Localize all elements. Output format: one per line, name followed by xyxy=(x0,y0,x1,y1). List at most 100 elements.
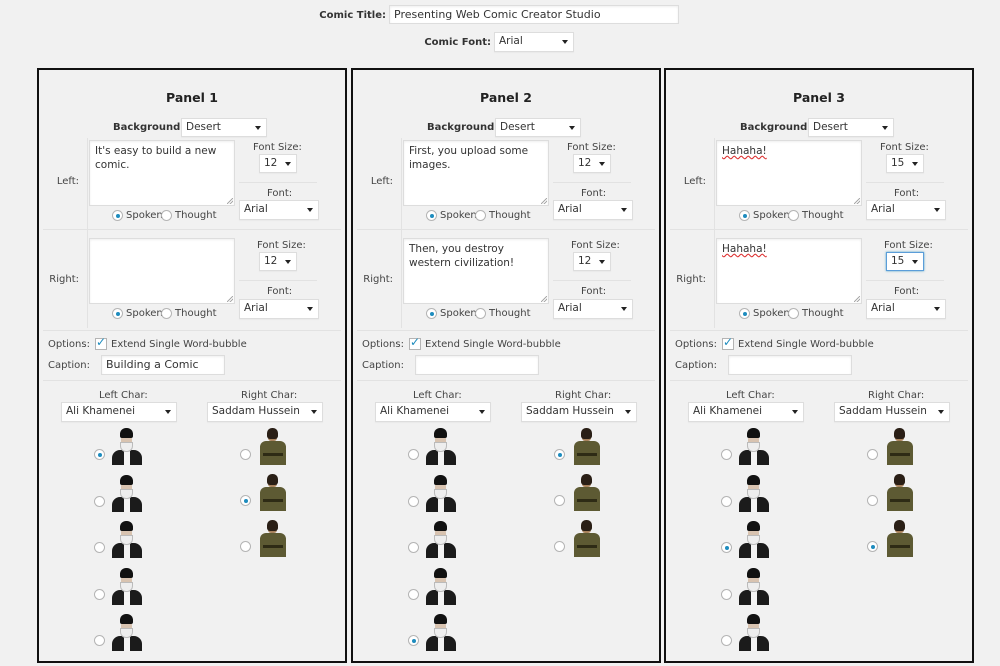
right-char-pose-3-radio[interactable] xyxy=(240,541,251,552)
left-font-select[interactable]: Arial xyxy=(239,200,319,220)
left-char-pose-5-radio[interactable] xyxy=(94,635,105,646)
right-char-pose-1-radio[interactable] xyxy=(240,449,251,460)
caption-input[interactable] xyxy=(415,355,539,375)
left-thought-radio[interactable] xyxy=(161,210,172,221)
left-char-pose-3-radio[interactable] xyxy=(408,542,419,553)
right-char-select[interactable]: Saddam Hussein xyxy=(521,402,637,422)
left-char-pose-3-radio[interactable] xyxy=(94,542,105,553)
right-char-pose-2-image[interactable] xyxy=(568,471,604,511)
left-bubble-text[interactable]: Hahaha! xyxy=(716,140,862,206)
comic-title-input[interactable]: Presenting Web Comic Creator Studio xyxy=(389,5,679,24)
right-thought-radio[interactable] xyxy=(788,308,799,319)
left-char-pose-3-image[interactable] xyxy=(423,518,459,558)
left-char-pose-1-image[interactable] xyxy=(736,425,772,465)
right-bubble-text[interactable]: Then, you destroy western civilization! xyxy=(403,238,549,304)
right-font-size-select[interactable]: 12 xyxy=(573,252,611,271)
left-spoken-radio[interactable] xyxy=(112,210,123,221)
left-char-pose-4-image[interactable] xyxy=(423,565,459,605)
left-font-size-select[interactable]: 12 xyxy=(573,154,611,173)
left-char-pose-4-image[interactable] xyxy=(736,565,772,605)
right-char-pose-1-radio[interactable] xyxy=(867,449,878,460)
right-char-pose-3-image[interactable] xyxy=(881,517,917,557)
left-char-pose-2-image[interactable] xyxy=(736,472,772,512)
right-char-pose-2-radio[interactable] xyxy=(554,495,565,506)
comic-font-select[interactable]: Arial xyxy=(494,32,574,52)
right-char-pose-3-radio[interactable] xyxy=(554,541,565,552)
right-char-pose-1-image[interactable] xyxy=(254,425,290,465)
right-font-size-select[interactable]: 12 xyxy=(259,252,297,271)
left-thought-radio[interactable] xyxy=(788,210,799,221)
right-font-size-select[interactable]: 15 xyxy=(886,252,924,271)
right-thought-radio[interactable] xyxy=(475,308,486,319)
right-spoken-radio[interactable] xyxy=(112,308,123,319)
right-char-pose-1-radio[interactable] xyxy=(554,449,565,460)
left-char-pose-4-radio[interactable] xyxy=(408,588,419,600)
right-char-pose-1-image[interactable] xyxy=(568,425,604,465)
left-font-value: Arial xyxy=(244,203,268,215)
right-bubble-label: Right: xyxy=(49,274,79,285)
left-char-pose-2-image[interactable] xyxy=(109,472,145,512)
right-char-pose-2-image[interactable] xyxy=(254,471,290,511)
right-thought-radio[interactable] xyxy=(161,308,172,319)
left-char-pose-1-radio[interactable] xyxy=(408,449,419,460)
left-char-value: Ali Khamenei xyxy=(693,405,763,417)
extend-bubble-checkbox[interactable] xyxy=(95,335,107,350)
background-select[interactable]: Desert xyxy=(808,118,894,137)
left-char-pose-5-image[interactable] xyxy=(109,611,145,651)
left-char-pose-2-radio[interactable] xyxy=(94,495,105,507)
left-char-pose-5-image[interactable] xyxy=(736,611,772,651)
right-font-select[interactable]: Arial xyxy=(553,299,633,319)
right-char-select[interactable]: Saddam Hussein xyxy=(207,402,323,422)
right-bubble-text[interactable]: Hahaha! xyxy=(716,238,862,304)
left-font-select[interactable]: Arial xyxy=(866,200,946,220)
left-char-pose-4-image[interactable] xyxy=(109,565,145,605)
left-char-select[interactable]: Ali Khamenei xyxy=(61,402,177,422)
left-char-pose-3-image[interactable] xyxy=(736,518,772,558)
right-char-pose-2-radio[interactable] xyxy=(240,495,251,506)
right-char-pose-2-image[interactable] xyxy=(881,471,917,511)
right-char-pose-1-image[interactable] xyxy=(881,425,917,465)
left-spoken-radio[interactable] xyxy=(739,210,750,221)
left-char-pose-3-image[interactable] xyxy=(109,518,145,558)
extend-bubble-checkbox[interactable] xyxy=(409,335,421,350)
right-spoken-radio[interactable] xyxy=(739,308,750,319)
left-char-select[interactable]: Ali Khamenei xyxy=(375,402,491,422)
right-char-pose-2-radio[interactable] xyxy=(867,495,878,506)
left-font-size-select[interactable]: 12 xyxy=(259,154,297,173)
right-char-select[interactable]: Saddam Hussein xyxy=(834,402,950,422)
extend-bubble-checkbox[interactable] xyxy=(722,335,734,350)
left-spoken-radio[interactable] xyxy=(426,210,437,221)
caption-input[interactable] xyxy=(728,355,852,375)
left-char-pose-1-radio[interactable] xyxy=(94,449,105,460)
left-char-pose-2-radio[interactable] xyxy=(721,495,732,507)
right-spoken-radio[interactable] xyxy=(426,308,437,319)
left-char-pose-5-image[interactable] xyxy=(423,611,459,651)
left-char-select[interactable]: Ali Khamenei xyxy=(688,402,804,422)
left-char-pose-3-radio[interactable] xyxy=(721,542,732,553)
left-char-pose-4-radio[interactable] xyxy=(94,588,105,600)
left-char-pose-4-radio[interactable] xyxy=(721,588,732,600)
left-char-pose-1-image[interactable] xyxy=(423,425,459,465)
left-char-pose-5-radio[interactable] xyxy=(408,635,419,646)
panel-title: Panel 3 xyxy=(793,90,845,105)
left-char-pose-5-radio[interactable] xyxy=(721,635,732,646)
left-char-pose-1-radio[interactable] xyxy=(721,449,732,460)
left-font-select[interactable]: Arial xyxy=(553,200,633,220)
right-font-select[interactable]: Arial xyxy=(239,299,319,319)
left-bubble-text[interactable]: First, you upload some images. xyxy=(403,140,549,206)
left-font-size-select[interactable]: 15 xyxy=(886,154,924,173)
right-char-pose-3-image[interactable] xyxy=(568,517,604,557)
background-select[interactable]: Desert xyxy=(495,118,581,137)
left-char-pose-1-image[interactable] xyxy=(109,425,145,465)
right-char-pose-3-image[interactable] xyxy=(254,517,290,557)
background-select[interactable]: Desert xyxy=(181,118,267,137)
caption-input[interactable]: Building a Comic xyxy=(101,355,225,375)
right-bubble-text[interactable] xyxy=(89,238,235,304)
left-char-pose-2-radio[interactable] xyxy=(408,495,419,507)
left-thought-label: Thought xyxy=(802,210,844,221)
left-char-pose-2-image[interactable] xyxy=(423,472,459,512)
left-bubble-text[interactable]: It's easy to build a new comic. xyxy=(89,140,235,206)
right-font-select[interactable]: Arial xyxy=(866,299,946,319)
left-thought-radio[interactable] xyxy=(475,210,486,221)
right-char-pose-3-radio[interactable] xyxy=(867,541,878,552)
